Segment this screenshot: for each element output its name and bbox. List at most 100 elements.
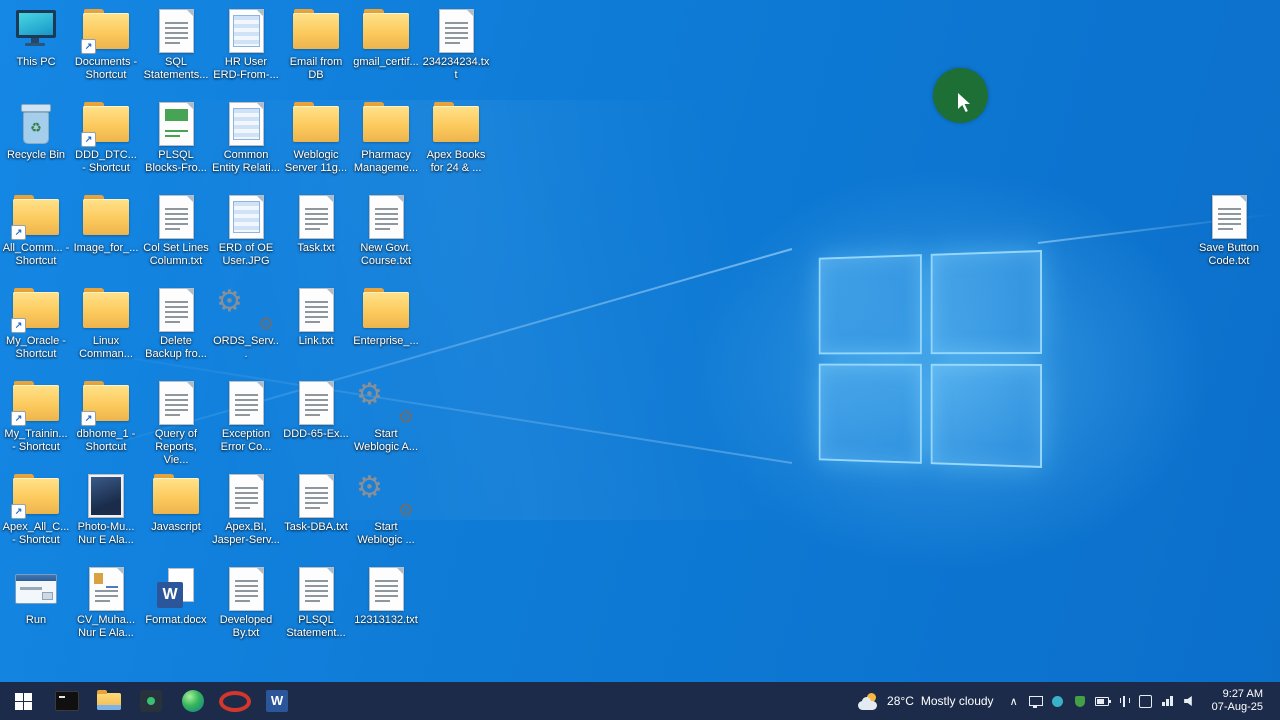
desktop-icon-run[interactable]: Run	[2, 566, 70, 627]
icon-label: Javascript	[151, 521, 201, 533]
teams-icon[interactable]	[1050, 693, 1066, 709]
oracle-taskbar-icon[interactable]	[214, 682, 256, 720]
desktop-icon-plsql-statement[interactable]: PLSQL Statement...	[282, 566, 350, 640]
desktop-icon-234234234-txt[interactable]: 234234234.txt	[422, 8, 490, 82]
clock[interactable]: 9:27 AM 07-Aug-25	[1202, 682, 1273, 720]
desktop-icon-linux-comman[interactable]: Linux Comman...	[72, 287, 140, 361]
gear-icon: ⚙ ⚙	[356, 471, 414, 520]
icon-label: Weblogic Server 11g...	[284, 149, 348, 174]
icon-label: Task-DBA.txt	[284, 521, 348, 533]
volume-icon[interactable]	[1182, 693, 1198, 709]
icon-label: Task.txt	[297, 242, 335, 254]
txt-icon	[282, 566, 350, 612]
hidden-icons-chevron[interactable]: ∧	[1004, 695, 1024, 708]
desktop-icon-photo-mu-nur-e-ala[interactable]: Photo-Mu... Nur E Ala...	[72, 473, 140, 547]
word-icon: W	[142, 566, 210, 612]
folder-icon	[352, 101, 420, 147]
sql-developer-taskbar-icon[interactable]	[130, 682, 172, 720]
shortcut-arrow-overlay: ↗	[11, 225, 26, 240]
icon-label: My_Trainin... - Shortcut	[4, 428, 68, 453]
desktop-icon-image-for[interactable]: Image_for_...	[72, 194, 140, 255]
icon-label: SQL Statements...	[143, 56, 209, 81]
taskbar: W 28°C Mostly cloudy ∧ 9:27 AM 07-Aug-25	[0, 682, 1280, 720]
desktop-icon-apex-bi-jasper-serv[interactable]: Apex.BI, Jasper-Serv...	[212, 473, 280, 547]
network-icon[interactable]	[1160, 693, 1176, 709]
folder-icon	[422, 101, 490, 147]
desktop-icon-link-txt[interactable]: Link.txt	[282, 287, 350, 348]
desktop-icon-this-pc[interactable]: This PC	[2, 8, 70, 69]
desktop-icon-all-comm-shortcut[interactable]: ↗ All_Comm... - Shortcut	[2, 194, 70, 268]
desktop-icon-hr-user-erd-from[interactable]: HR User ERD-From-...	[212, 8, 280, 82]
file-explorer-taskbar-icon[interactable]	[88, 682, 130, 720]
icon-label: Start Weblogic ...	[357, 521, 415, 546]
desktop-icon-plsql-blocks-fro[interactable]: PLSQL Blocks-Fro...	[142, 101, 210, 175]
txt-icon	[1195, 194, 1263, 240]
desktop-icon-common-entity-relati[interactable]: Common Entity Relati...	[212, 101, 280, 175]
desktop-icon-start-weblogic-a[interactable]: ⚙ ⚙ Start Weblogic A...	[352, 380, 420, 454]
desktop-icon-gmail-certif[interactable]: gmail_certif...	[352, 8, 420, 69]
desktop-icon-start-weblogic[interactable]: ⚙ ⚙ Start Weblogic ...	[352, 473, 420, 547]
desktop-icon-exception-error-co[interactable]: Exception Error Co...	[212, 380, 280, 454]
terminal-taskbar-icon[interactable]	[46, 682, 88, 720]
desktop-icon-query-of-reports-vie[interactable]: Query of Reports, Vie...	[142, 380, 210, 467]
battery-icon[interactable]	[1094, 693, 1111, 709]
icon-label: Start Weblogic A...	[354, 428, 418, 453]
desktop-icon-cv-muha-nur-e-ala[interactable]: CV_Muha... Nur E Ala...	[72, 566, 140, 640]
desktop-icon-apex-all-c-shortcut[interactable]: ↗ Apex_All_C... - Shortcut	[2, 473, 70, 547]
desktop-icon-documents-shortcut[interactable]: ↗ Documents - Shortcut	[72, 8, 140, 82]
icon-label: gmail_certif...	[353, 56, 419, 68]
browser-taskbar-icon[interactable]	[172, 682, 214, 720]
desktop-icon-task-txt[interactable]: Task.txt	[282, 194, 350, 255]
icon-label: PLSQL Statement...	[286, 614, 346, 639]
desktop-icon-delete-backup-fro[interactable]: Delete Backup fro...	[142, 287, 210, 361]
txt-icon	[142, 380, 210, 426]
icon-label: Recycle Bin	[6, 149, 66, 161]
desktop-icon-task-dba-txt[interactable]: Task-DBA.txt	[282, 473, 350, 534]
desktop-icon-new-govt-course-txt[interactable]: New Govt. Course.txt	[352, 194, 420, 268]
green-icon	[142, 101, 210, 147]
desktop-icon-pharmacy-manageme[interactable]: Pharmacy Manageme...	[352, 101, 420, 175]
desktop-icon-format-docx[interactable]: W Format.docx	[142, 566, 210, 627]
desktop-icon-sql-statements[interactable]: SQL Statements...	[142, 8, 210, 82]
desktop-icon-developed-by-txt[interactable]: Developed By.txt	[212, 566, 280, 640]
desktop-icon-ords-serv[interactable]: ⚙ ⚙ ORDS_Serv...	[212, 287, 280, 361]
erd-icon	[212, 8, 280, 54]
weather-widget[interactable]: 28°C Mostly cloudy	[848, 682, 1004, 720]
desktop-icon-apex-books-for-24[interactable]: Apex Books for 24 & ...	[422, 101, 490, 175]
folder-icon	[282, 8, 350, 54]
folder-icon: ↗	[72, 380, 140, 426]
icon-label: My_Oracle - Shortcut	[6, 335, 66, 360]
desktop-icon-enterprise[interactable]: Enterprise_...	[352, 287, 420, 348]
shortcut-arrow-overlay: ↗	[11, 411, 26, 426]
desktop-icon-email-from-db[interactable]: Email from DB	[282, 8, 350, 82]
start-button[interactable]	[0, 682, 46, 720]
folder-icon	[72, 287, 140, 333]
word-taskbar-icon[interactable]: W	[256, 682, 298, 720]
txt-icon	[212, 473, 280, 519]
usb-icon[interactable]	[1116, 693, 1132, 709]
desktop-icon-col-set-lines-column-txt[interactable]: Col Set Lines Column.txt	[142, 194, 210, 268]
icon-label: Email from DB	[289, 56, 343, 81]
desktop-icon-erd-of-oe-user-jpg[interactable]: ERD of OE User.JPG	[212, 194, 280, 268]
icon-label: HR User ERD-From-...	[213, 56, 279, 81]
desktop-icon-save-button-code-txt[interactable]: Save Button Code.txt	[1195, 194, 1263, 268]
icon-label: ERD of OE User.JPG	[218, 242, 274, 267]
desktop-icon-ddd-65-ex[interactable]: DDD-65-Ex...	[282, 380, 350, 441]
language-icon[interactable]	[1138, 693, 1154, 709]
desktop-icon-recycle-bin[interactable]: ♻ Recycle Bin	[2, 101, 70, 162]
icon-label: 234234234.txt	[422, 56, 490, 81]
desktop-icon-12313132-txt[interactable]: 12313132.txt	[352, 566, 420, 627]
desktop-icon-dbhome-1-shortcut[interactable]: ↗ dbhome_1 - Shortcut	[72, 380, 140, 454]
desktop-icon-my-oracle-shortcut[interactable]: ↗ My_Oracle - Shortcut	[2, 287, 70, 361]
desktop-icon-my-trainin-shortcut[interactable]: ↗ My_Trainin... - Shortcut	[2, 380, 70, 454]
sun-cloud-weather-icon	[858, 692, 880, 710]
desktop-icon-ddd-dtc-shortcut[interactable]: ↗ DDD_DTC... - Shortcut	[72, 101, 140, 175]
folder-icon	[72, 194, 140, 240]
antivirus-icon[interactable]	[1072, 693, 1088, 709]
desktop-icon-javascript[interactable]: Javascript	[142, 473, 210, 534]
desktop-icon-weblogic-server-11g[interactable]: Weblogic Server 11g...	[282, 101, 350, 175]
recycle-icon: ♻	[2, 101, 70, 147]
folder-icon: ↗	[72, 8, 140, 54]
icon-label: Pharmacy Manageme...	[353, 149, 419, 174]
display-icon[interactable]	[1028, 693, 1044, 709]
